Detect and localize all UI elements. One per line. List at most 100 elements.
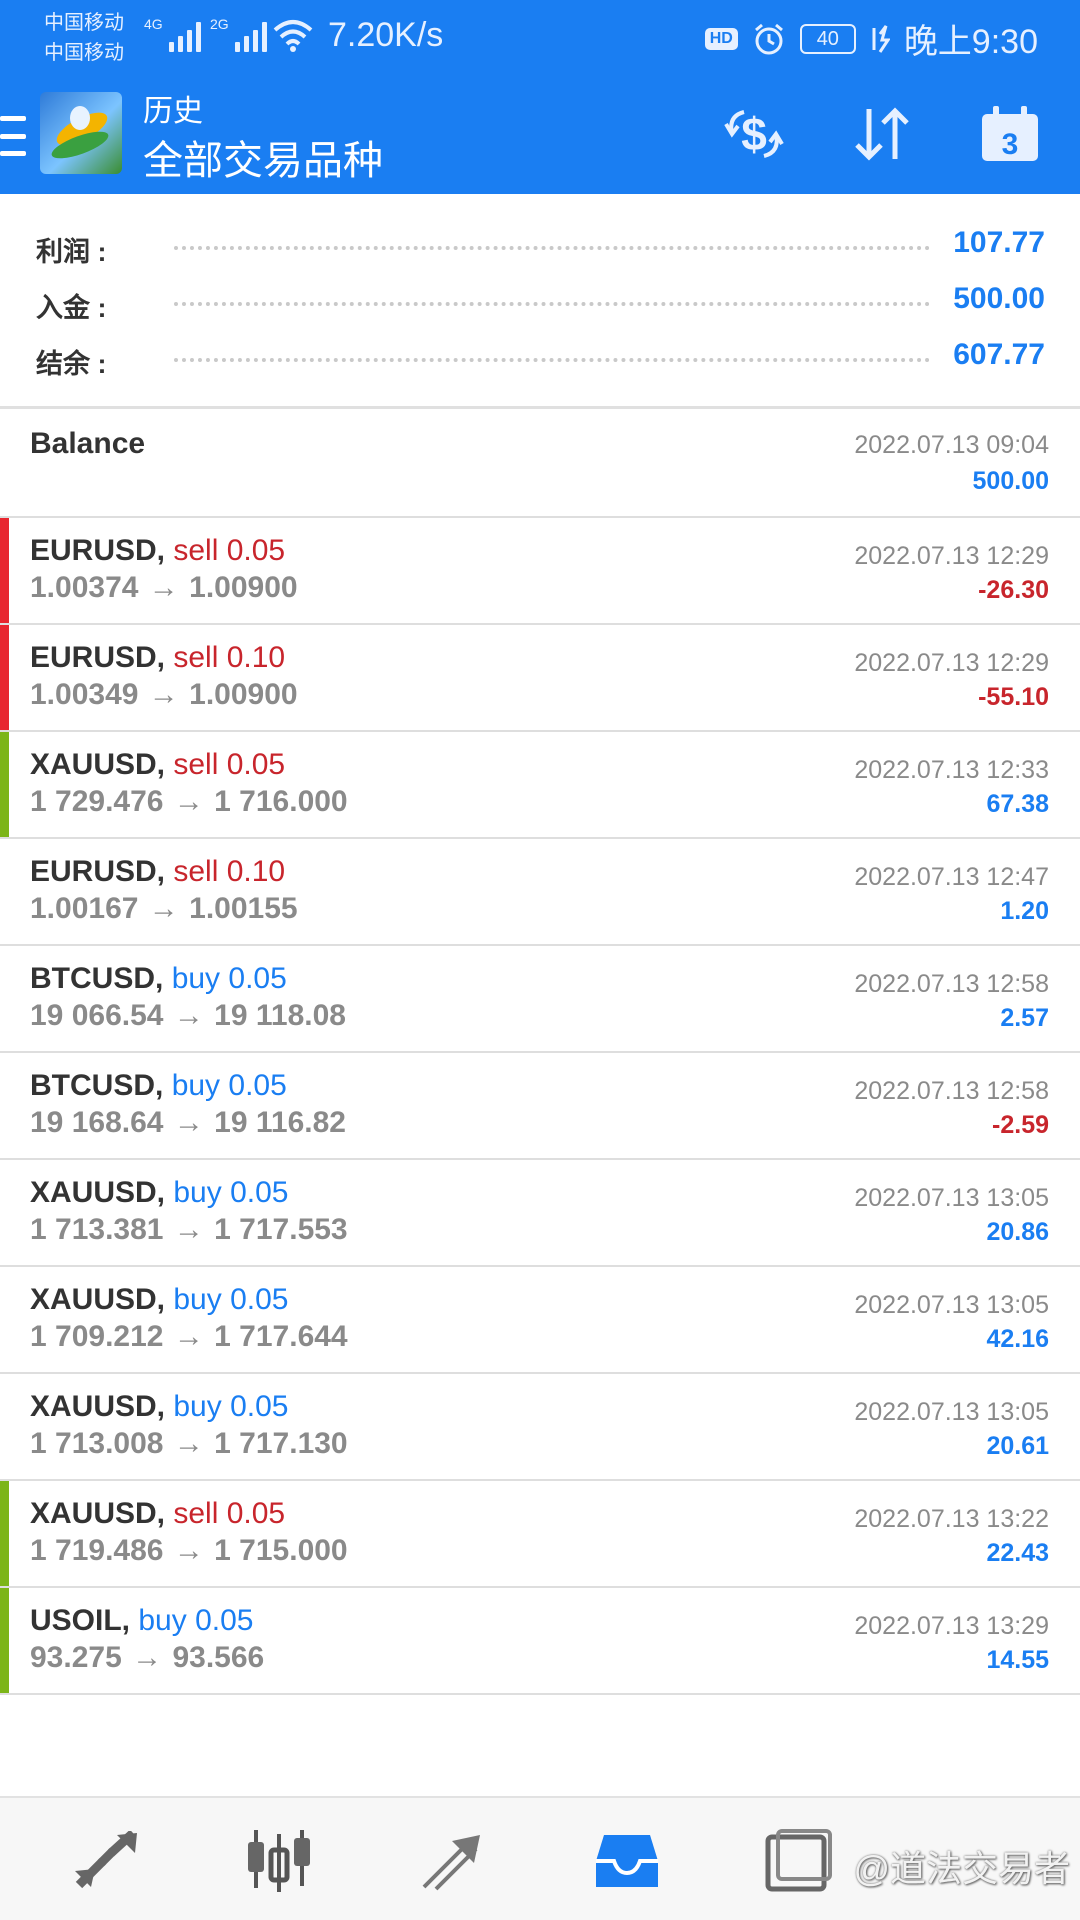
trade-time: 2022.07.13 12:29 bbox=[854, 542, 1049, 570]
carrier-2: 中国移动 bbox=[44, 42, 124, 64]
trade-symbol: EURUSD, bbox=[30, 534, 166, 567]
trade-row[interactable]: EURUSD, sell 0.10 1.00167 → 1.00155 2022… bbox=[0, 839, 1080, 946]
status-marker bbox=[0, 518, 9, 623]
balance-title: Balance bbox=[30, 427, 146, 460]
trade-time: 2022.07.13 13:29 bbox=[854, 1612, 1049, 1640]
entry-time: 2022.07.13 09:04 bbox=[854, 431, 1049, 459]
trade-header: XAUUSD, buy 0.05 bbox=[30, 1176, 288, 1210]
open-price: 1 713.008 bbox=[30, 1427, 164, 1460]
trade-side: buy 0.05 bbox=[171, 962, 287, 995]
trade-symbol: BTCUSD, bbox=[30, 962, 164, 995]
trade-prices: 1 719.486 → 1 715.000 bbox=[30, 1534, 348, 1568]
arrow-icon: → bbox=[148, 678, 179, 711]
arrow-icon: → bbox=[173, 1213, 204, 1246]
top-bar: 中国移动 中国移动 4G 2G 7.20K/s HD 40 晚上9:30 历史 … bbox=[0, 0, 1080, 194]
arrow-icon: → bbox=[173, 999, 204, 1032]
summary-label: 结余 : bbox=[36, 349, 107, 379]
summary-value: 107.77 bbox=[953, 226, 1045, 259]
open-price: 1.00349 bbox=[30, 678, 139, 711]
dotted-leader bbox=[174, 246, 930, 250]
chart-icon[interactable] bbox=[244, 1828, 314, 1894]
close-price: 1 717.130 bbox=[214, 1427, 348, 1460]
arrow-icon: → bbox=[173, 1427, 204, 1460]
arrow-icon: → bbox=[148, 571, 179, 604]
trade-row[interactable]: XAUUSD, buy 0.05 1 709.212 → 1 717.644 2… bbox=[0, 1267, 1080, 1374]
arrow-icon: → bbox=[148, 892, 179, 925]
trade-profit: 42.16 bbox=[986, 1325, 1049, 1353]
trade-prices: 1 729.476 → 1 716.000 bbox=[30, 785, 348, 819]
arrow-icon: → bbox=[132, 1641, 163, 1674]
news-icon[interactable] bbox=[764, 1828, 834, 1894]
trade-time: 2022.07.13 13:05 bbox=[854, 1291, 1049, 1319]
page-title[interactable]: 全部交易品种 bbox=[143, 128, 383, 186]
trade-header: EURUSD, sell 0.10 bbox=[30, 855, 285, 889]
trade-prices: 1.00374 → 1.00900 bbox=[30, 571, 298, 605]
trade-row[interactable]: BTCUSD, buy 0.05 19 168.64 → 19 116.82 2… bbox=[0, 1053, 1080, 1160]
arrow-icon: → bbox=[173, 1534, 204, 1567]
close-price: 1.00900 bbox=[189, 571, 298, 604]
trade-symbol: XAUUSD, bbox=[30, 1390, 166, 1423]
summary-label: 入金 : bbox=[36, 293, 107, 323]
summary-value: 607.77 bbox=[953, 338, 1045, 371]
open-price: 19 066.54 bbox=[30, 999, 164, 1032]
trade-side: sell 0.05 bbox=[173, 534, 286, 567]
trade-side: sell 0.10 bbox=[173, 641, 286, 674]
status-marker bbox=[0, 625, 9, 730]
history-list: Balance 2022.07.13 09:04 500.00 EURUSD, … bbox=[0, 409, 1080, 1695]
carrier-labels: 中国移动 中国移动 bbox=[44, 8, 124, 68]
trade-profit: 1.20 bbox=[1000, 897, 1049, 925]
status-right: HD 40 晚上9:30 bbox=[704, 14, 1038, 63]
close-price: 1 717.644 bbox=[214, 1320, 348, 1353]
charging-icon bbox=[872, 24, 890, 53]
trade-row[interactable]: EURUSD, sell 0.05 1.00374 → 1.00900 2022… bbox=[0, 518, 1080, 625]
trade-header: USOIL, buy 0.05 bbox=[30, 1604, 253, 1638]
trade-row[interactable]: XAUUSD, buy 0.05 1 713.008 → 1 717.130 2… bbox=[0, 1374, 1080, 1481]
trade-time: 2022.07.13 12:33 bbox=[854, 756, 1049, 784]
calendar-icon[interactable]: 3 bbox=[974, 102, 1046, 166]
arrow-icon: → bbox=[173, 1320, 204, 1353]
trade-time: 2022.07.13 13:22 bbox=[854, 1505, 1049, 1533]
close-price: 93.566 bbox=[172, 1641, 265, 1674]
status-marker bbox=[0, 732, 9, 837]
trade-prices: 1.00349 → 1.00900 bbox=[30, 678, 298, 712]
trade-header: BTCUSD, buy 0.05 bbox=[30, 962, 287, 996]
trade-header: XAUUSD, buy 0.05 bbox=[30, 1390, 288, 1424]
signal-1-icon: 4G bbox=[144, 16, 201, 52]
trade-profit: 20.61 bbox=[986, 1432, 1049, 1460]
quotes-icon[interactable] bbox=[72, 1828, 142, 1894]
trade-row[interactable]: BTCUSD, buy 0.05 19 066.54 → 19 118.08 2… bbox=[0, 946, 1080, 1053]
bottom-nav: @道法交易者 bbox=[0, 1796, 1080, 1920]
trade-profit: 2.57 bbox=[1000, 1004, 1049, 1032]
trade-time: 2022.07.13 12:58 bbox=[854, 970, 1049, 998]
trade-prices: 1 713.008 → 1 717.130 bbox=[30, 1427, 348, 1461]
watermark: @道法交易者 bbox=[853, 1848, 1070, 1889]
trade-header: BTCUSD, buy 0.05 bbox=[30, 1069, 287, 1103]
trade-row[interactable]: XAUUSD, sell 0.05 1 719.486 → 1 715.000 … bbox=[0, 1481, 1080, 1588]
trade-time: 2022.07.13 12:58 bbox=[854, 1077, 1049, 1105]
trade-symbol: XAUUSD, bbox=[30, 1283, 166, 1316]
app-bar: 历史 全部交易品种 $ 3 bbox=[0, 84, 1080, 194]
trade-side: sell 0.05 bbox=[173, 1497, 286, 1530]
summary-value: 500.00 bbox=[953, 282, 1045, 315]
currency-exchange-icon[interactable]: $ bbox=[718, 102, 790, 166]
carrier-1: 中国移动 bbox=[44, 12, 124, 34]
arrow-icon: → bbox=[173, 1106, 204, 1139]
trade-row[interactable]: XAUUSD, buy 0.05 1 713.381 → 1 717.553 2… bbox=[0, 1160, 1080, 1267]
sort-icon[interactable] bbox=[846, 102, 918, 166]
history-icon[interactable] bbox=[592, 1828, 662, 1894]
trade-profit: -2.59 bbox=[992, 1111, 1049, 1139]
trade-row[interactable]: USOIL, buy 0.05 93.275 → 93.566 2022.07.… bbox=[0, 1588, 1080, 1695]
close-price: 1 715.000 bbox=[214, 1534, 348, 1567]
trade-row[interactable]: XAUUSD, sell 0.05 1 729.476 → 1 716.000 … bbox=[0, 732, 1080, 839]
trade-side: buy 0.05 bbox=[173, 1283, 289, 1316]
trade-icon[interactable] bbox=[418, 1828, 488, 1894]
trade-row[interactable]: EURUSD, sell 0.10 1.00349 → 1.00900 2022… bbox=[0, 625, 1080, 732]
status-marker bbox=[0, 1588, 9, 1693]
menu-icon[interactable] bbox=[0, 116, 26, 156]
open-price: 1 719.486 bbox=[30, 1534, 164, 1567]
balance-entry[interactable]: Balance 2022.07.13 09:04 500.00 bbox=[0, 409, 1080, 518]
status-bar: 中国移动 中国移动 4G 2G 7.20K/s HD 40 晚上9:30 bbox=[0, 0, 1080, 80]
close-price: 1 716.000 bbox=[214, 785, 348, 818]
open-price: 19 168.64 bbox=[30, 1106, 164, 1139]
trade-profit: 20.86 bbox=[986, 1218, 1049, 1246]
